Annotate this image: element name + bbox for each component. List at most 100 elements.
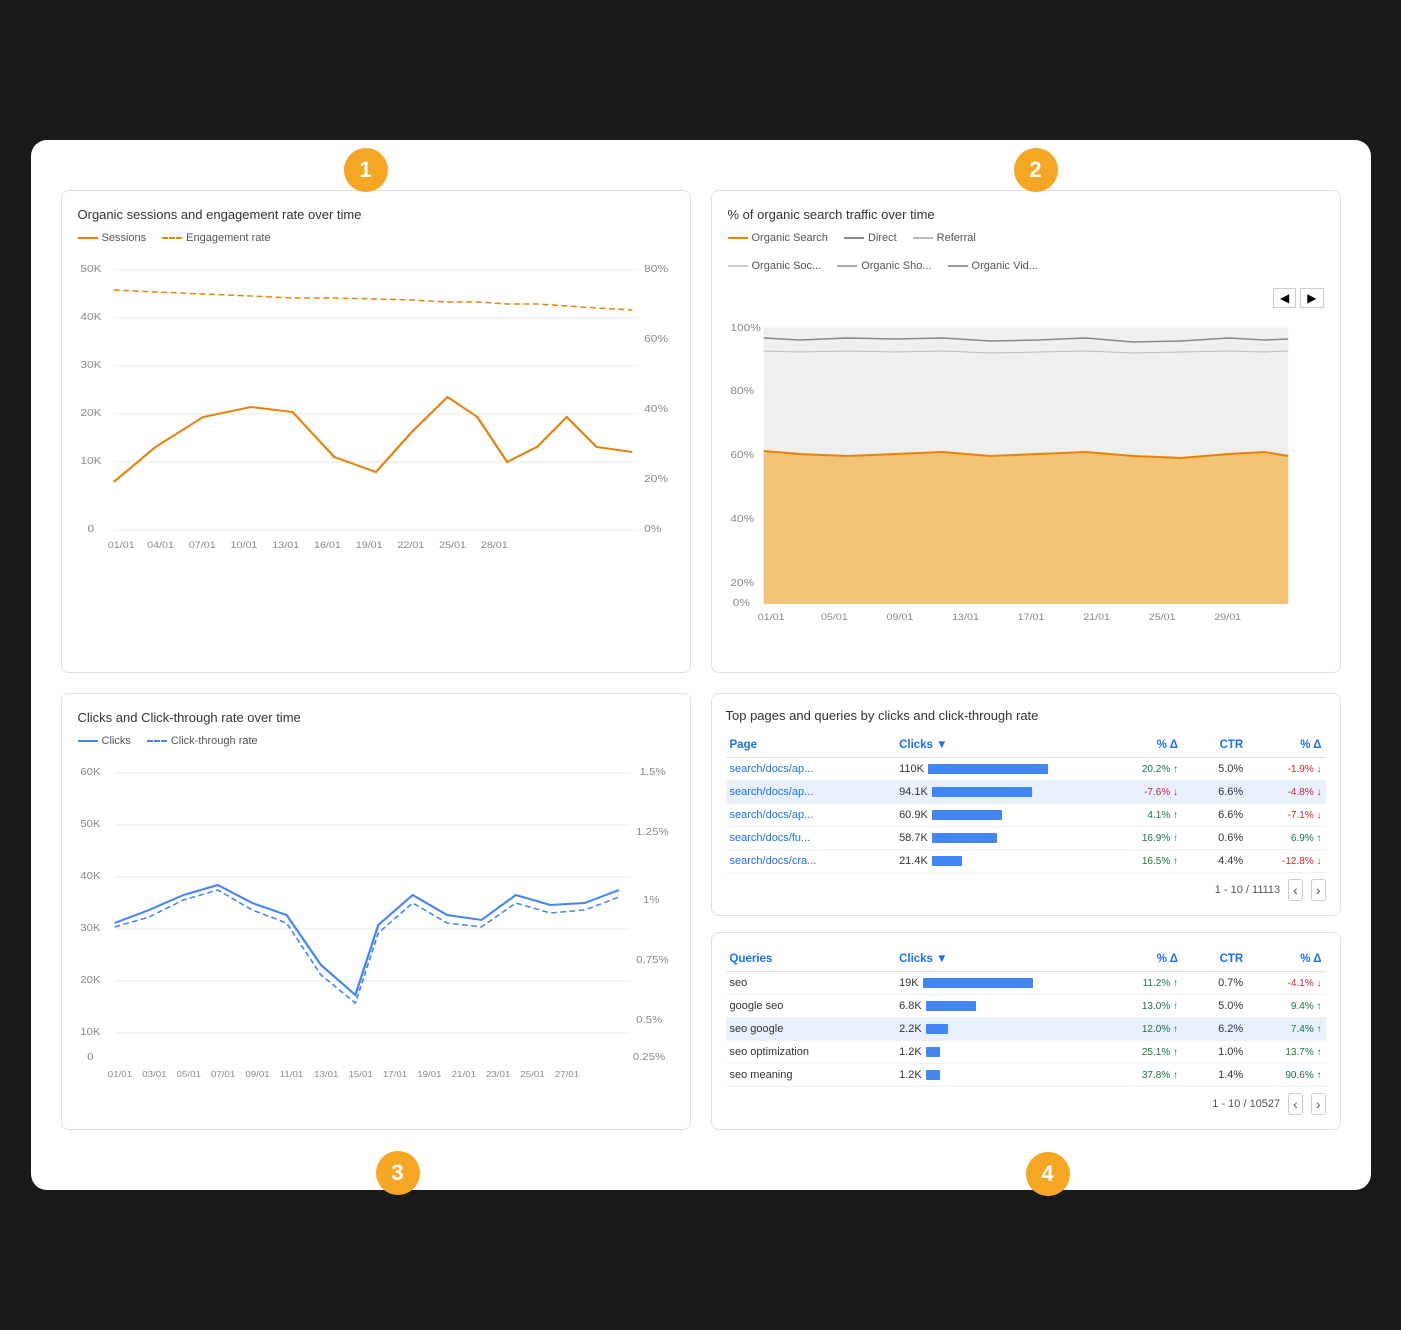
svg-text:11/01: 11/01 [279, 1070, 303, 1079]
legend-next-btn[interactable]: ▶ [1300, 288, 1323, 308]
cell-clicks: 58.7K [895, 827, 1104, 850]
cell-page: search/docs/cra... [726, 850, 896, 873]
cell-clicks: 94.1K [895, 781, 1104, 804]
legend-prev-btn[interactable]: ◀ [1273, 288, 1296, 308]
badge-4: 4 [1026, 1152, 1070, 1196]
svg-text:1.25%: 1.25% [636, 827, 669, 838]
cell-q-ctr-delta: -4.1% [1247, 972, 1325, 995]
cell-q-ctr-delta: 9.4% [1247, 995, 1325, 1018]
queries-pagination-text: 1 - 10 / 10527 [1212, 1098, 1280, 1110]
cell-q-ctr: 0.7% [1182, 972, 1247, 995]
col-q-ctr-delta: % Δ [1247, 947, 1325, 972]
svg-text:07/01: 07/01 [188, 541, 215, 551]
cell-q-clicks: 19K [895, 972, 1104, 995]
svg-text:30K: 30K [80, 923, 101, 934]
table-row: search/docs/cra... 21.4K 16.5% 4.4% -12.… [726, 850, 1326, 873]
svg-text:25/01: 25/01 [1148, 613, 1175, 623]
table-row: search/docs/ap... 110K 20.2% 5.0% -1.9% [726, 758, 1326, 781]
panel1-legend: Sessions Engagement rate [78, 232, 674, 244]
svg-text:60%: 60% [730, 450, 754, 461]
cell-page: search/docs/fu... [726, 827, 896, 850]
svg-text:19/01: 19/01 [417, 1070, 441, 1079]
svg-text:13/01: 13/01 [272, 541, 299, 551]
legend-organic-video: Organic Vid... [948, 260, 1038, 272]
cell-q-pct-delta: 11.2% [1104, 972, 1182, 995]
cell-q-clicks: 1.2K [895, 1041, 1104, 1064]
svg-text:09/01: 09/01 [886, 613, 913, 623]
svg-text:40K: 40K [80, 871, 101, 882]
svg-text:40%: 40% [730, 514, 754, 525]
svg-text:04/01: 04/01 [147, 541, 174, 551]
table-row: search/docs/ap... 60.9K 4.1% 6.6% -7.1% [726, 804, 1326, 827]
col-ctr-delta: % Δ [1247, 733, 1325, 758]
svg-text:100%: 100% [730, 323, 761, 334]
cell-query: google seo [726, 995, 896, 1018]
svg-text:05/01: 05/01 [176, 1070, 200, 1079]
badge-1: 1 [344, 148, 388, 192]
cell-query: seo optimization [726, 1041, 896, 1064]
svg-text:17/01: 17/01 [382, 1070, 406, 1079]
cell-q-clicks: 6.8K [895, 995, 1104, 1018]
cell-ctr-delta: -4.8% [1247, 781, 1325, 804]
cell-ctr: 4.4% [1182, 850, 1247, 873]
queries-next-btn[interactable]: › [1311, 1093, 1326, 1115]
pages-table: Page Clicks ▼ % Δ CTR % Δ search/docs/ap… [726, 733, 1326, 873]
col-clicks[interactable]: Clicks ▼ [895, 733, 1104, 758]
cell-q-pct-delta: 13.0% [1104, 995, 1182, 1018]
cell-clicks: 60.9K [895, 804, 1104, 827]
pages-next-btn[interactable]: › [1311, 879, 1326, 901]
cell-pct-delta: 4.1% [1104, 804, 1182, 827]
cell-clicks: 21.4K [895, 850, 1104, 873]
svg-text:20K: 20K [80, 408, 102, 419]
table-row: seo 19K 11.2% 0.7% -4.1% [726, 972, 1326, 995]
svg-text:50K: 50K [80, 264, 102, 275]
legend-organic-shopping: Organic Sho... [837, 260, 931, 272]
queries-prev-btn[interactable]: ‹ [1288, 1093, 1303, 1115]
legend-direct: Direct [844, 232, 897, 244]
cell-q-ctr-delta: 7.4% [1247, 1018, 1325, 1041]
svg-text:13/01: 13/01 [314, 1070, 338, 1079]
cell-page: search/docs/ap... [726, 758, 896, 781]
svg-text:20%: 20% [730, 578, 754, 589]
cell-query: seo google [726, 1018, 896, 1041]
svg-text:28/01: 28/01 [480, 541, 507, 551]
panel3-chart: 60K 50K 40K 30K 20K 10K 0 1.5% 1.25% 1% … [78, 755, 674, 1095]
col-ctr: CTR [1182, 733, 1247, 758]
panel-clicks-ctr: Clicks and Click-through rate over time … [61, 693, 691, 1130]
cell-ctr-delta: -12.8% [1247, 850, 1325, 873]
cell-pct-delta: 20.2% [1104, 758, 1182, 781]
cell-q-ctr: 5.0% [1182, 995, 1247, 1018]
svg-text:16/01: 16/01 [314, 541, 341, 551]
panel2-legend: Organic Search Direct Referral Organic S… [728, 232, 1324, 308]
dashboard: 1 2 Organic sessions and engagement rate… [31, 140, 1371, 1190]
panel1-chart: 50K 40K 30K 20K 10K 0 80% 60% 40% 20% 0% [78, 252, 674, 592]
col-q-clicks[interactable]: Clicks ▼ [895, 947, 1104, 972]
pages-prev-btn[interactable]: ‹ [1288, 879, 1303, 901]
cell-q-pct-delta: 37.8% [1104, 1064, 1182, 1087]
badge-3: 3 [376, 1151, 420, 1195]
cell-ctr-delta: 6.9% [1247, 827, 1325, 850]
pages-table-panel: Top pages and queries by clicks and clic… [711, 693, 1341, 916]
cell-q-pct-delta: 12.0% [1104, 1018, 1182, 1041]
svg-text:05/01: 05/01 [820, 613, 847, 623]
table-row: google seo 6.8K 13.0% 5.0% 9.4% [726, 995, 1326, 1018]
table-row: seo google 2.2K 12.0% 6.2% 7.4% [726, 1018, 1326, 1041]
cell-query: seo [726, 972, 896, 995]
svg-text:60%: 60% [644, 334, 668, 345]
panel4-title: Top pages and queries by clicks and clic… [726, 708, 1326, 723]
svg-text:0.5%: 0.5% [636, 1015, 663, 1026]
svg-text:21/01: 21/01 [1083, 613, 1110, 623]
panel1-title: Organic sessions and engagement rate ove… [78, 207, 674, 222]
cell-ctr: 0.6% [1182, 827, 1247, 850]
col-pct-delta: % Δ [1104, 733, 1182, 758]
col-query[interactable]: Queries [726, 947, 896, 972]
cell-pct-delta: -7.6% [1104, 781, 1182, 804]
legend-referral: Referral [913, 232, 976, 244]
svg-text:03/01: 03/01 [142, 1070, 166, 1079]
svg-text:09/01: 09/01 [245, 1070, 269, 1079]
svg-text:10/01: 10/01 [230, 541, 257, 551]
cell-page: search/docs/ap... [726, 804, 896, 827]
cell-q-ctr: 6.2% [1182, 1018, 1247, 1041]
col-page[interactable]: Page [726, 733, 896, 758]
svg-text:25/01: 25/01 [439, 541, 466, 551]
